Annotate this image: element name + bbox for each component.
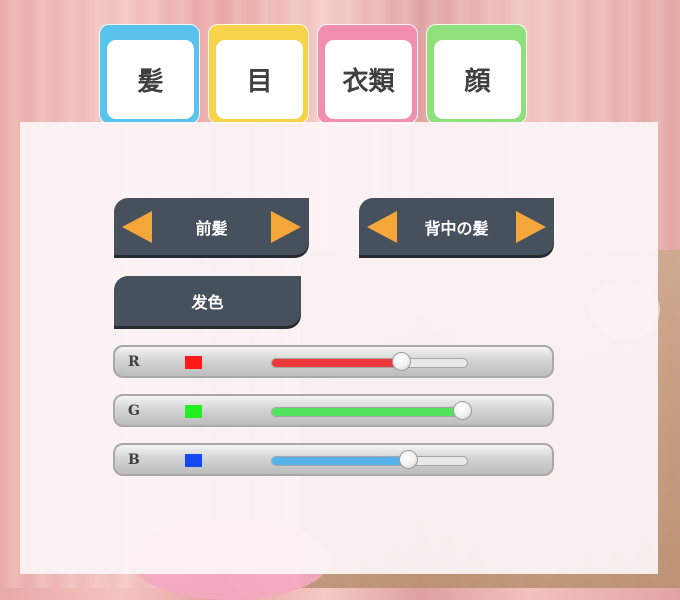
back-hair-prev-arrow-icon[interactable] [367, 210, 397, 243]
blue-slider-label: B [128, 452, 140, 468]
blue-slider-knob[interactable] [399, 450, 419, 469]
blue-slider-track[interactable] [271, 456, 468, 466]
front-hair-label: 前髪 [195, 218, 228, 238]
hair-color-header: 发色 [114, 276, 301, 326]
back-hair-next-arrow-icon[interactable] [516, 210, 546, 243]
tab-eyes-label: 目 [216, 40, 303, 119]
green-swatch [185, 405, 202, 418]
blue-slider-row: B [113, 443, 554, 476]
red-swatch [185, 356, 202, 369]
back-hair-label: 背中の髪 [424, 218, 489, 238]
front-hair-next-arrow-icon[interactable] [271, 210, 301, 243]
tab-hair-label: 髪 [107, 40, 194, 119]
tab-face-label: 顔 [434, 40, 521, 119]
tab-hair[interactable]: 髪 [99, 24, 200, 124]
green-slider-track[interactable] [271, 407, 468, 417]
front-hair-prev-arrow-icon[interactable] [122, 210, 152, 243]
tab-face[interactable]: 顔 [426, 24, 527, 124]
red-slider-row: R [113, 345, 554, 378]
tab-clothing-label: 衣類 [325, 40, 412, 119]
red-slider-track[interactable] [271, 358, 468, 368]
red-slider-label: R [128, 354, 140, 370]
green-slider-knob[interactable] [452, 401, 472, 420]
blue-swatch [185, 454, 202, 467]
red-slider-fill [272, 359, 401, 367]
tab-clothing[interactable]: 衣類 [317, 24, 418, 124]
red-slider-knob[interactable] [391, 352, 411, 371]
green-slider-row: G [113, 394, 554, 427]
green-slider-fill [272, 408, 462, 416]
blue-slider-fill [272, 457, 409, 465]
front-hair-selector: 前髪 [114, 198, 309, 255]
back-hair-selector: 背中の髪 [359, 198, 554, 255]
tab-eyes[interactable]: 目 [208, 24, 309, 124]
green-slider-label: G [128, 403, 140, 419]
